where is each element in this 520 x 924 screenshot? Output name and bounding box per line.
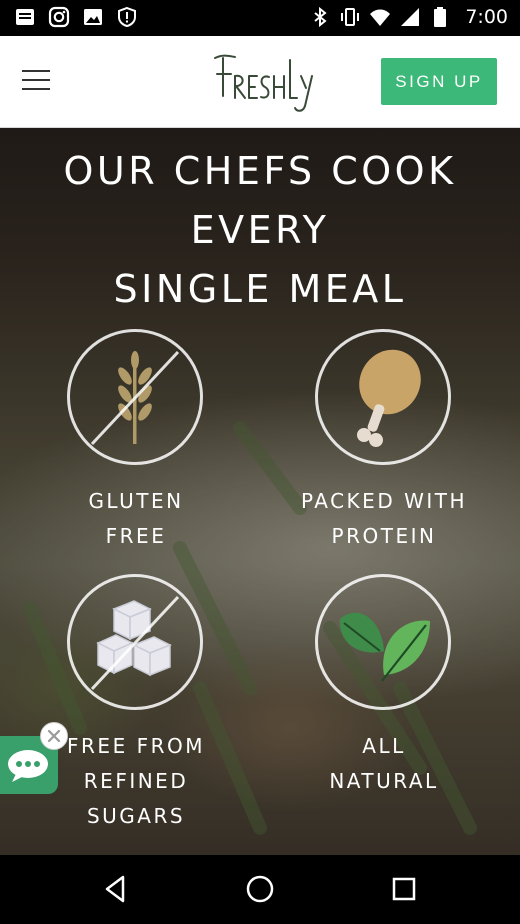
vibrate-icon — [341, 8, 360, 26]
feature-label: FREE FROM REFINED SUGARS — [36, 729, 236, 834]
feature-label-line-2: NATURAL — [329, 769, 439, 793]
battery-icon — [434, 7, 447, 27]
feature-refined-sugars: FREE FROM REFINED SUGARS — [36, 574, 236, 828]
feature-circle — [315, 574, 451, 710]
sugar-cubes-crossed-icon — [90, 595, 180, 691]
signal-icon — [401, 8, 420, 26]
feature-circle — [315, 329, 451, 465]
clock: 7:00 — [465, 6, 508, 28]
recents-icon[interactable] — [387, 872, 421, 906]
chicken-leg-icon — [357, 349, 421, 447]
feature-circle — [67, 329, 203, 465]
status-bar: 7:00 — [0, 0, 520, 36]
hero-section: OUR CHEFS COOK EVERY SINGLE MEAL GLUTEN … — [0, 128, 520, 855]
feature-all-natural: ALL NATURAL — [284, 574, 484, 804]
wheat-crossed-icon — [90, 350, 180, 446]
android-nav-bar — [0, 855, 520, 924]
home-icon[interactable] — [243, 872, 277, 906]
shield-icon — [118, 6, 136, 28]
hero-title-line-2: SINGLE MEAL — [113, 267, 407, 311]
chat-bubble-icon — [8, 750, 48, 782]
feature-label-line-1: GLUTEN — [88, 489, 184, 513]
feature-label-line-2: REFINED SUGARS — [83, 769, 189, 828]
feature-circle — [67, 574, 203, 710]
instagram-icon — [48, 6, 70, 28]
feature-label: PACKED WITH PROTEIN — [284, 484, 484, 554]
feature-label-line-1: PACKED WITH — [300, 489, 467, 513]
message-icon — [16, 9, 34, 25]
chat-close-button[interactable] — [40, 722, 68, 750]
feature-label: GLUTEN FREE — [36, 484, 236, 554]
leaves-icon — [339, 612, 430, 682]
hamburger-menu-icon[interactable] — [22, 70, 50, 94]
site-header: SIGN UP — [0, 36, 520, 128]
bluetooth-icon — [314, 6, 327, 28]
hero-title: OUR CHEFS COOK EVERY SINGLE MEAL — [0, 142, 520, 319]
feature-label: ALL NATURAL — [284, 729, 484, 799]
sign-up-button[interactable]: SIGN UP — [381, 58, 497, 105]
feature-label-line-1: ALL — [362, 734, 406, 758]
back-icon[interactable] — [99, 872, 133, 906]
freshly-logo[interactable] — [205, 46, 315, 116]
feature-label-line-2: FREE — [105, 524, 167, 548]
feature-label-line-2: PROTEIN — [331, 524, 437, 548]
feature-protein: PACKED WITH PROTEIN — [284, 329, 484, 559]
close-icon — [47, 729, 61, 743]
wifi-icon — [370, 9, 391, 26]
hero-title-line-1: OUR CHEFS COOK EVERY — [63, 149, 457, 252]
feature-gluten-free: GLUTEN FREE — [36, 329, 236, 559]
image-icon — [84, 9, 102, 25]
